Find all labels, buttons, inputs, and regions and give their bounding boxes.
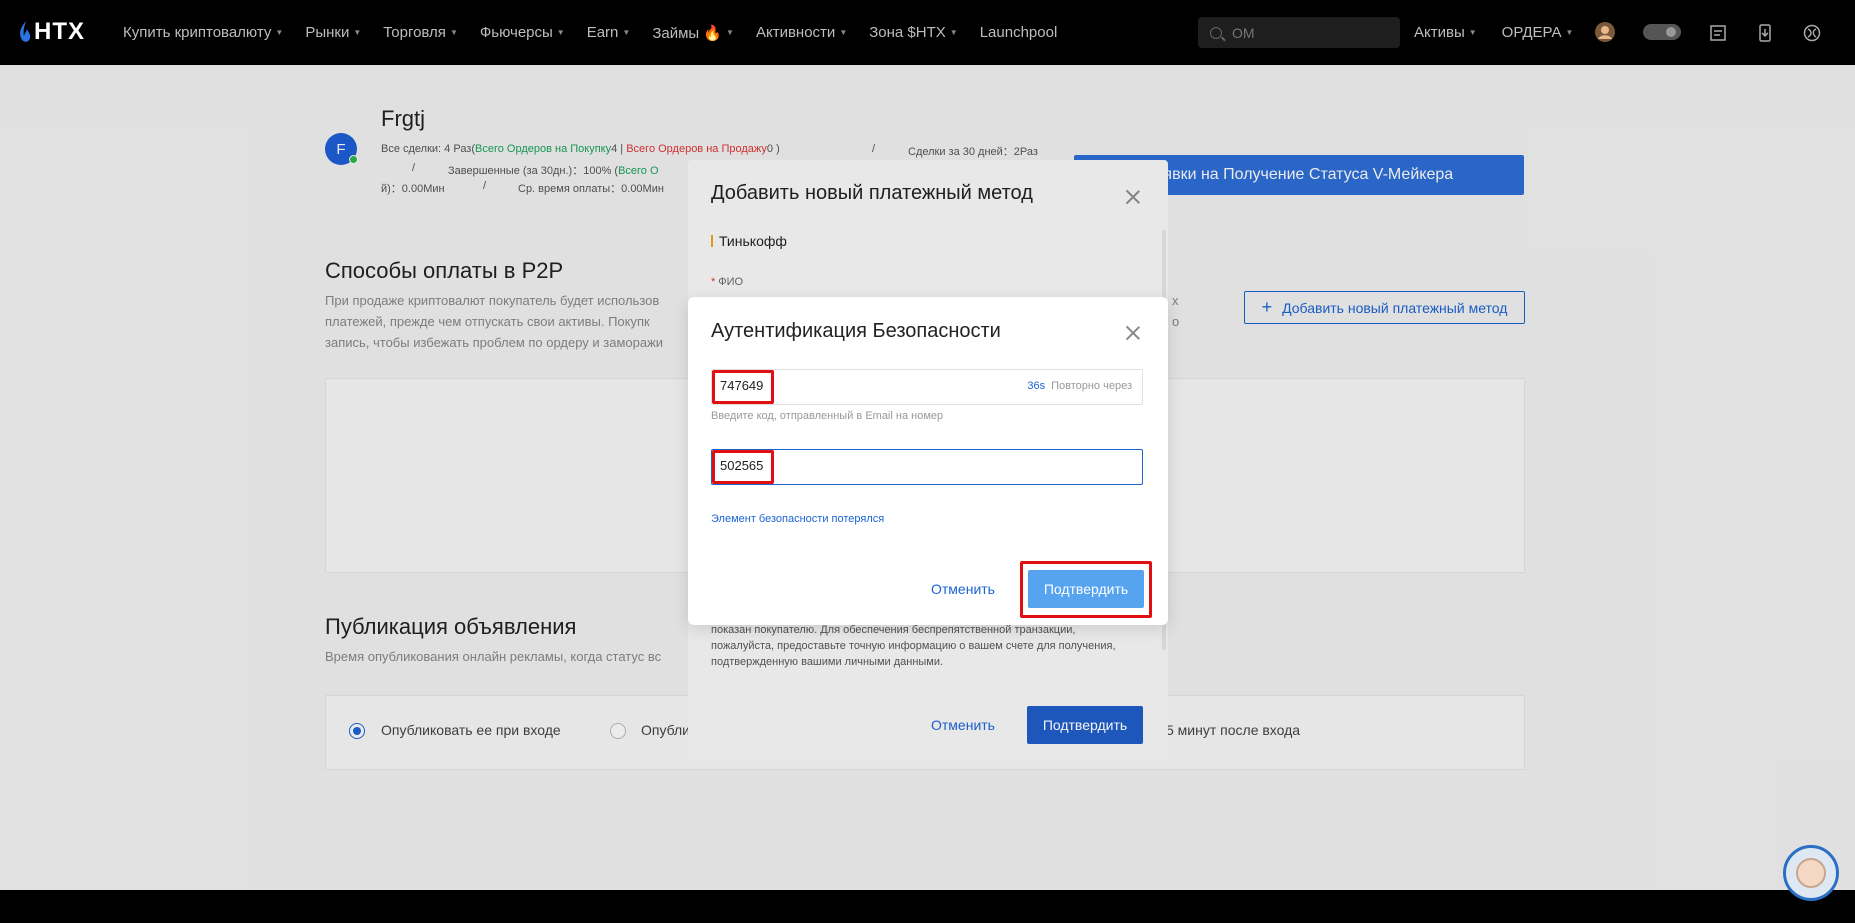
email-code-hint: Введите код, отправленный в Email на ном… bbox=[711, 410, 944, 422]
security-cancel-button[interactable]: Отменить bbox=[931, 581, 995, 597]
top-navigation: HTX Купить криптовалюту ▼ Рынки ▼ Торговля ▼ Ф… bbox=[0, 0, 1855, 65]
search-icon bbox=[1210, 26, 1222, 39]
security-modal-title: Аутентификация Безопасности bbox=[711, 320, 1001, 342]
chevron-down-icon: ▼ bbox=[622, 28, 631, 37]
chevron-down-icon: ▼ bbox=[449, 28, 458, 37]
chevron-down-icon: ▼ bbox=[275, 28, 284, 37]
nav-item-4[interactable]: Earn ▼ bbox=[587, 24, 631, 41]
nav-item-5[interactable]: Займы 🔥 ▼ bbox=[652, 24, 734, 42]
search-box[interactable] bbox=[1198, 17, 1400, 48]
nav-item-3[interactable]: Фьючерсы ▼ bbox=[480, 24, 565, 41]
chevron-down-icon: ▼ bbox=[556, 28, 565, 37]
chevron-down-icon: ▼ bbox=[353, 28, 362, 37]
download-app-icon[interactable] bbox=[1756, 24, 1774, 42]
nav-item-1[interactable]: Рынки ▼ bbox=[305, 24, 361, 41]
chevron-down-icon: ▼ bbox=[839, 28, 848, 37]
nav-orders[interactable]: ОРДЕРА ▼ bbox=[1502, 24, 1574, 41]
email-code-field[interactable]: 36sПовторно через bbox=[711, 369, 1143, 405]
highlight-box bbox=[712, 450, 774, 484]
close-icon[interactable] bbox=[1125, 325, 1141, 341]
user-avatar-icon[interactable] bbox=[1595, 22, 1615, 42]
nav-item-7[interactable]: Зона $HTX ▼ bbox=[869, 24, 957, 41]
nav-item-6[interactable]: Активности ▼ bbox=[756, 24, 847, 41]
nav-assets[interactable]: Активы ▼ bbox=[1414, 24, 1477, 41]
toggle-badge-icon[interactable] bbox=[1643, 24, 1681, 40]
nav-item-8[interactable]: Launchpool bbox=[980, 24, 1058, 41]
chevron-down-icon: ▼ bbox=[1468, 28, 1477, 37]
support-face-icon bbox=[1796, 858, 1826, 888]
chevron-down-icon: ▼ bbox=[726, 28, 734, 37]
orders-list-icon[interactable] bbox=[1709, 24, 1727, 42]
logo-text: HTX bbox=[34, 18, 85, 45]
footer-bar bbox=[0, 890, 1855, 923]
highlight-box bbox=[712, 370, 774, 404]
highlight-box bbox=[1020, 561, 1152, 618]
right-nav: Активы ▼ ОРДЕРА ▼ bbox=[1414, 0, 1598, 65]
support-chat-icon[interactable] bbox=[1783, 845, 1839, 901]
chevron-down-icon: ▼ bbox=[949, 28, 958, 37]
lost-security-item-link[interactable]: Элемент безопасности потерялся bbox=[711, 513, 884, 525]
language-globe-icon[interactable] bbox=[1803, 24, 1821, 42]
ga-code-field[interactable] bbox=[711, 449, 1143, 485]
htx-logo[interactable]: HTX bbox=[18, 18, 85, 46]
flame-logo-icon bbox=[20, 21, 31, 42]
search-input[interactable] bbox=[1232, 24, 1372, 41]
resend-timer[interactable]: 36s Повторно через bbox=[1027, 380, 1132, 392]
chevron-down-icon: ▼ bbox=[1565, 28, 1574, 37]
nav-item-2[interactable]: Торговля ▼ bbox=[383, 24, 458, 41]
nav-item-0[interactable]: Купить криптовалюту ▼ bbox=[123, 24, 283, 41]
nav-menu: Купить криптовалюту ▼ Рынки ▼ Торговля ▼ Фьюче… bbox=[123, 0, 1079, 65]
